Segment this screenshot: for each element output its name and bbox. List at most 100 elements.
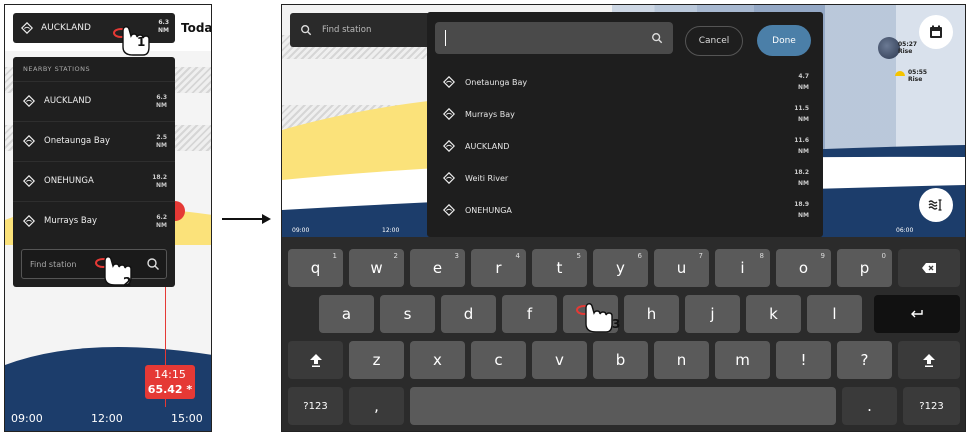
- waves-icon: [928, 199, 942, 211]
- moon-icon: [878, 37, 900, 59]
- key-k[interactable]: k: [746, 295, 801, 333]
- key-a[interactable]: a: [319, 295, 374, 333]
- station-item-distance: 6.3 NM: [156, 94, 167, 109]
- sun-rise-info: 05:55 Rise: [908, 69, 928, 83]
- time-axis: 09:00 12:00 15:00: [5, 407, 211, 431]
- key-m[interactable]: m: [715, 341, 770, 379]
- cancel-button[interactable]: Cancel: [685, 26, 743, 56]
- key-x[interactable]: x: [410, 341, 465, 379]
- shift-icon: [923, 354, 935, 367]
- station-item-label: Onetaunga Bay: [44, 135, 110, 146]
- nearby-station-item[interactable]: ONEHUNGA 18.2 NM: [13, 161, 175, 199]
- time-axis-label: 12:00: [91, 412, 123, 425]
- search-icon: [652, 33, 663, 44]
- search-result-label: Weiti River: [465, 173, 509, 183]
- search-icon: [301, 25, 312, 36]
- time-axis-label: 09:00: [11, 412, 43, 425]
- callout-number: 1: [137, 35, 146, 49]
- shift-key-right[interactable]: [898, 341, 960, 379]
- key-f[interactable]: f: [502, 295, 557, 333]
- key-exclamation[interactable]: !: [776, 341, 831, 379]
- station-item-label: ONEHUNGA: [44, 175, 94, 186]
- search-result-distance: 11.6 NM: [794, 137, 809, 155]
- arrow-right-icon: [222, 214, 271, 224]
- station-diamond-icon: [443, 204, 455, 216]
- search-result-item[interactable]: ONEHUNGA 18.9 NM: [427, 194, 823, 226]
- search-result-item[interactable]: Murrays Bay 11.5 NM: [427, 98, 823, 130]
- station-search-panel: Cancel Done Onetaunga Bay 4.7 NM Murrays …: [427, 12, 823, 237]
- key-v[interactable]: v: [532, 341, 587, 379]
- today-label: Today: [181, 21, 212, 35]
- station-diamond-icon: [443, 172, 455, 184]
- station-diamond-icon: [443, 76, 455, 88]
- station-item-distance: 18.2 NM: [152, 174, 167, 189]
- backspace-key[interactable]: [898, 249, 960, 287]
- tablet-panel: 09:00 12:00 06:00 Find station 05:27 Rise…: [281, 4, 966, 432]
- tap-hand-icon: [576, 303, 613, 333]
- station-item-distance: 2.5 NM: [156, 134, 167, 149]
- key-j[interactable]: j: [685, 295, 740, 333]
- search-result-distance: 4.7 NM: [798, 73, 809, 91]
- calendar-button[interactable]: [919, 15, 953, 49]
- key-p[interactable]: p0: [837, 249, 892, 287]
- tide-layers-button[interactable]: [919, 188, 953, 222]
- done-button[interactable]: Done: [757, 25, 811, 56]
- key-b[interactable]: b: [593, 341, 648, 379]
- key-comma[interactable]: ,: [349, 387, 404, 425]
- station-diamond-icon: [23, 134, 35, 147]
- nearby-station-item[interactable]: Onetaunga Bay 2.5 NM: [13, 121, 175, 159]
- key-s[interactable]: s: [380, 295, 435, 333]
- key-y[interactable]: y6: [593, 249, 648, 287]
- time-axis-label: 12:00: [382, 227, 400, 234]
- time-axis-label: 06:00: [896, 227, 914, 234]
- nearby-station-item[interactable]: Murrays Bay 6.2 NM: [13, 201, 175, 239]
- shift-icon: [309, 354, 322, 367]
- nearby-stations-header: NEARBY STATIONS: [23, 65, 91, 73]
- station-item-distance: 6.2 NM: [156, 214, 167, 229]
- time-axis-label: 09:00: [292, 227, 310, 234]
- enter-key[interactable]: [874, 295, 960, 333]
- sunrise-icon: [895, 71, 905, 76]
- tide-tooltip-time: 14:15: [154, 368, 186, 381]
- key-h[interactable]: h: [624, 295, 679, 333]
- key-question[interactable]: ?: [837, 341, 892, 379]
- key-e[interactable]: e3: [410, 249, 465, 287]
- calendar-icon: [930, 25, 942, 38]
- search-result-item[interactable]: Onetaunga Bay 4.7 NM: [427, 66, 823, 98]
- tide-tooltip: 14:15 65.42 *: [145, 365, 195, 399]
- nearby-station-item[interactable]: AUCKLAND 6.3 NM: [13, 81, 175, 119]
- search-result-item[interactable]: Weiti River 18.2 NM: [427, 162, 823, 194]
- key-u[interactable]: u7: [654, 249, 709, 287]
- key-d[interactable]: d: [441, 295, 496, 333]
- symbols-key[interactable]: ?123: [288, 387, 343, 425]
- key-c[interactable]: c: [471, 341, 526, 379]
- spacebar-key[interactable]: [410, 387, 836, 425]
- station-search-input[interactable]: [435, 22, 673, 54]
- backspace-icon: [922, 263, 936, 273]
- key-t[interactable]: t5: [532, 249, 587, 287]
- station-diamond-icon: [443, 108, 455, 120]
- key-period[interactable]: .: [842, 387, 897, 425]
- search-result-distance: 18.9 NM: [794, 201, 809, 219]
- key-i[interactable]: i8: [715, 249, 770, 287]
- search-result-label: ONEHUNGA: [465, 205, 512, 215]
- search-result-item[interactable]: AUCKLAND 11.6 NM: [427, 130, 823, 162]
- key-l[interactable]: l: [807, 295, 862, 333]
- station-selector-label: AUCKLAND: [41, 23, 91, 33]
- key-r[interactable]: r4: [471, 249, 526, 287]
- symbols-key-right[interactable]: ?123: [903, 387, 960, 425]
- station-diamond-icon: [21, 22, 33, 34]
- callout-number: 3: [612, 317, 621, 331]
- find-station-button[interactable]: Find station: [290, 13, 430, 47]
- search-result-label: Murrays Bay: [465, 109, 515, 119]
- moon-rise-info: 05:27 Rise: [898, 41, 918, 55]
- key-q[interactable]: q1: [288, 249, 343, 287]
- key-o[interactable]: o9: [776, 249, 831, 287]
- key-n[interactable]: n: [654, 341, 709, 379]
- station-diamond-icon: [23, 174, 35, 187]
- key-w[interactable]: w2: [349, 249, 404, 287]
- shift-key-left[interactable]: [288, 341, 343, 379]
- screenshot-root: AUCKLAND 6.3NM Today NEARBY STATIONS AUC…: [0, 0, 970, 435]
- station-diamond-icon: [23, 94, 35, 107]
- key-z[interactable]: z: [349, 341, 404, 379]
